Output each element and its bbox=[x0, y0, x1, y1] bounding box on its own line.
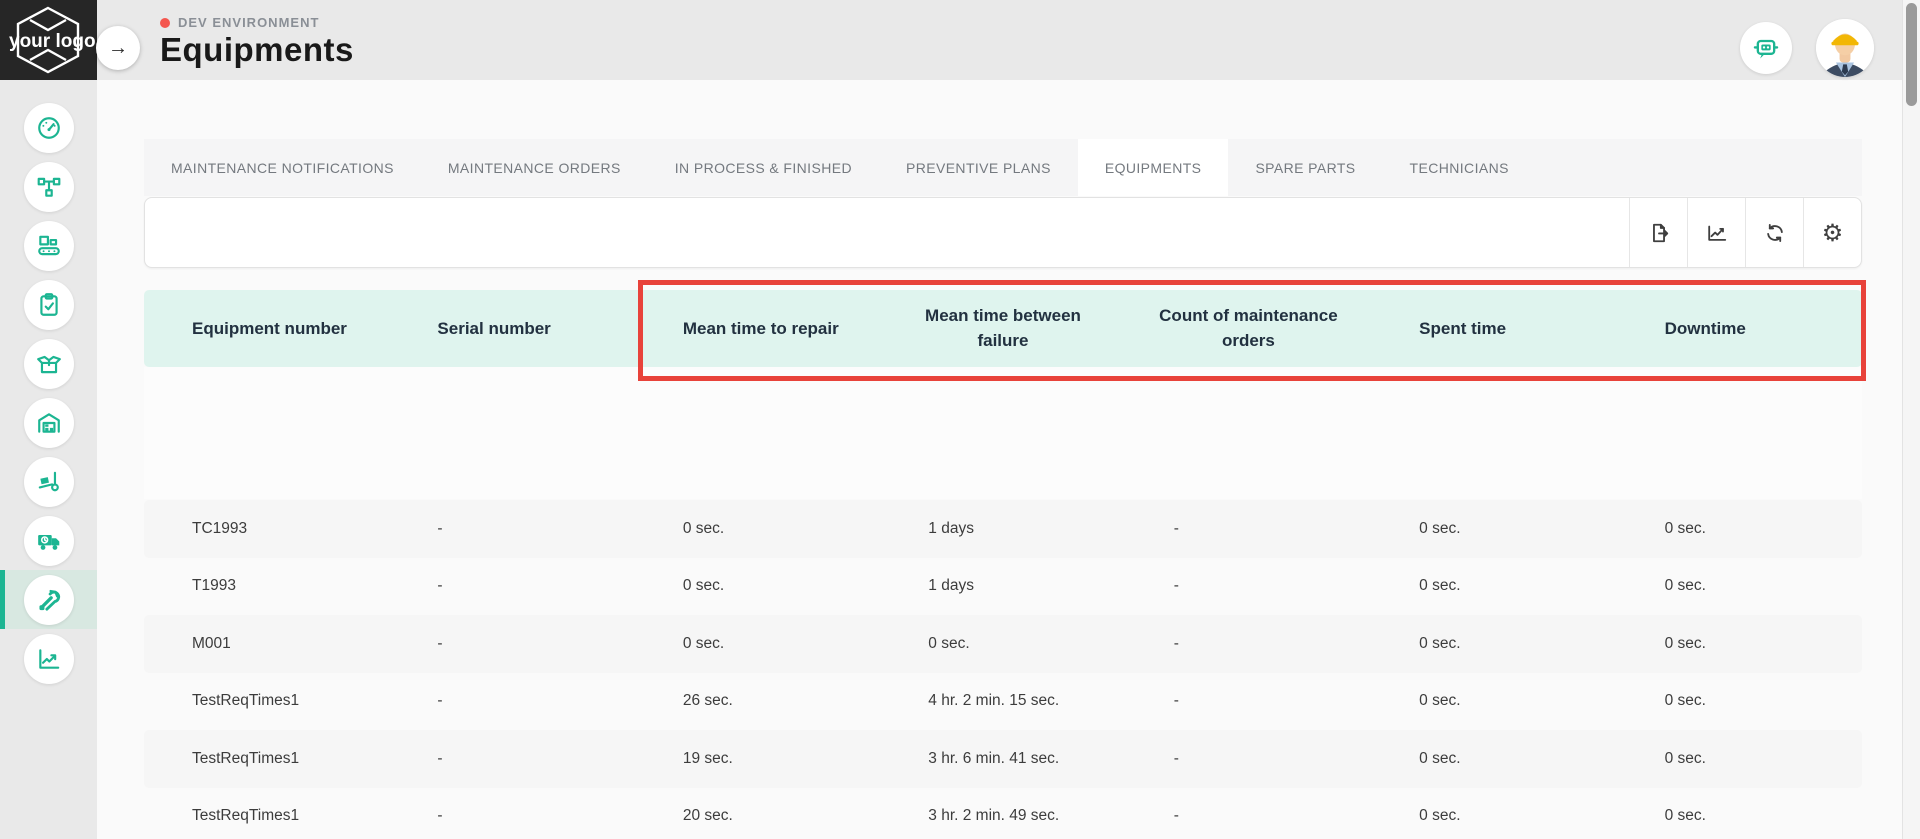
tab-preventive-plans[interactable]: PREVENTIVE PLANS bbox=[879, 139, 1078, 196]
sidebar-item-tasks[interactable] bbox=[0, 275, 97, 334]
tasks-clipboard-icon bbox=[24, 280, 74, 330]
tab-maintenance-orders[interactable]: MAINTENANCE ORDERS bbox=[421, 139, 648, 196]
top-header: DEV ENVIRONMENT Equipments bbox=[97, 0, 1902, 80]
arrow-right-icon: → bbox=[108, 37, 128, 60]
table-row[interactable]: TestReqTimes1-26 sec.4 hr. 2 min. 15 sec… bbox=[144, 673, 1862, 731]
sidebar-item-analytics[interactable] bbox=[0, 629, 97, 688]
column-header-count-of-maintenance-orders[interactable]: Count of maintenance orders bbox=[1126, 290, 1371, 367]
sidebar-collapse-button[interactable]: → bbox=[96, 26, 140, 70]
chatbot-button[interactable] bbox=[1740, 22, 1792, 74]
sidebar-item-maintenance[interactable] bbox=[0, 570, 97, 629]
sidebar-item-dashboard[interactable] bbox=[0, 98, 97, 157]
user-avatar[interactable] bbox=[1816, 19, 1874, 77]
refresh-icon bbox=[1764, 222, 1786, 244]
filter-row bbox=[144, 367, 1862, 499]
hand-truck-icon bbox=[24, 457, 74, 507]
column-header-mean-time-between-failure[interactable]: Mean time between failure bbox=[880, 290, 1125, 367]
column-header-downtime[interactable]: Downtime bbox=[1617, 290, 1862, 367]
module-tabs: MAINTENANCE NOTIFICATIONS MAINTENANCE OR… bbox=[144, 139, 1862, 196]
page-title: Equipments bbox=[160, 31, 354, 69]
sidebar: your logo bbox=[0, 0, 97, 839]
settings-gear-icon: ⚙ bbox=[1822, 221, 1844, 245]
env-label: DEV ENVIRONMENT bbox=[178, 15, 319, 30]
column-header-serial-number[interactable]: Serial number bbox=[389, 290, 634, 367]
table-body: TC1993-0 sec.1 days-0 sec.0 sec. T1993-0… bbox=[144, 500, 1862, 839]
dashboard-gauge-icon bbox=[24, 103, 74, 153]
sidebar-item-hierarchy[interactable] bbox=[0, 157, 97, 216]
warehouse-icon bbox=[24, 398, 74, 448]
column-header-equipment-number[interactable]: Equipment number bbox=[144, 290, 389, 367]
delivery-truck-icon bbox=[24, 516, 74, 566]
export-icon bbox=[1648, 222, 1670, 244]
sidebar-item-spare-parts[interactable] bbox=[0, 334, 97, 393]
sidebar-item-production-line[interactable] bbox=[0, 216, 97, 275]
chart-view-button[interactable] bbox=[1687, 198, 1745, 267]
refresh-button[interactable] bbox=[1745, 198, 1803, 267]
table-row[interactable]: TestReqTimes1-19 sec.3 hr. 6 min. 41 sec… bbox=[144, 730, 1862, 788]
column-header-mean-time-to-repair[interactable]: Mean time to repair bbox=[635, 290, 880, 367]
table-toolbar: ⚙ bbox=[144, 197, 1862, 268]
svg-text:your logo: your logo bbox=[9, 31, 96, 52]
app-logo: your logo bbox=[0, 0, 97, 80]
column-header-spent-time[interactable]: Spent time bbox=[1371, 290, 1616, 367]
tab-maintenance-notifications[interactable]: MAINTENANCE NOTIFICATIONS bbox=[144, 139, 421, 196]
tab-technicians[interactable]: TECHNICIANS bbox=[1383, 139, 1536, 196]
settings-button[interactable]: ⚙ bbox=[1803, 198, 1861, 267]
tab-in-process-finished[interactable]: IN PROCESS & FINISHED bbox=[648, 139, 879, 196]
production-line-icon bbox=[24, 221, 74, 271]
vertical-scrollbar bbox=[1902, 0, 1920, 839]
chatbot-bubble-icon bbox=[1752, 34, 1780, 62]
table-row[interactable]: T1993-0 sec.1 days-0 sec.0 sec. bbox=[144, 558, 1862, 616]
table-row[interactable]: TC1993-0 sec.1 days-0 sec.0 sec. bbox=[144, 500, 1862, 558]
sidebar-item-hand-truck[interactable] bbox=[0, 452, 97, 511]
table-row[interactable]: TestReqTimes1-20 sec.3 hr. 2 min. 49 sec… bbox=[144, 788, 1862, 839]
sidebar-nav bbox=[0, 98, 97, 688]
sidebar-item-warehouse[interactable] bbox=[0, 393, 97, 452]
env-status-dot bbox=[160, 18, 170, 28]
hierarchy-icon bbox=[24, 162, 74, 212]
line-chart-icon bbox=[1706, 222, 1728, 244]
open-box-icon bbox=[24, 339, 74, 389]
table-header-row: Equipment number Serial number Mean time… bbox=[144, 290, 1862, 367]
analytics-chart-icon bbox=[24, 634, 74, 684]
sidebar-item-delivery-truck[interactable] bbox=[0, 511, 97, 570]
table-row[interactable]: M001-0 sec.0 sec.-0 sec.0 sec. bbox=[144, 615, 1862, 673]
maintenance-tools-icon bbox=[24, 575, 74, 625]
tab-spare-parts[interactable]: SPARE PARTS bbox=[1228, 139, 1382, 196]
tab-equipments[interactable]: EQUIPMENTS bbox=[1078, 139, 1229, 196]
scrollbar-thumb[interactable] bbox=[1906, 3, 1917, 106]
export-button[interactable] bbox=[1629, 198, 1687, 267]
